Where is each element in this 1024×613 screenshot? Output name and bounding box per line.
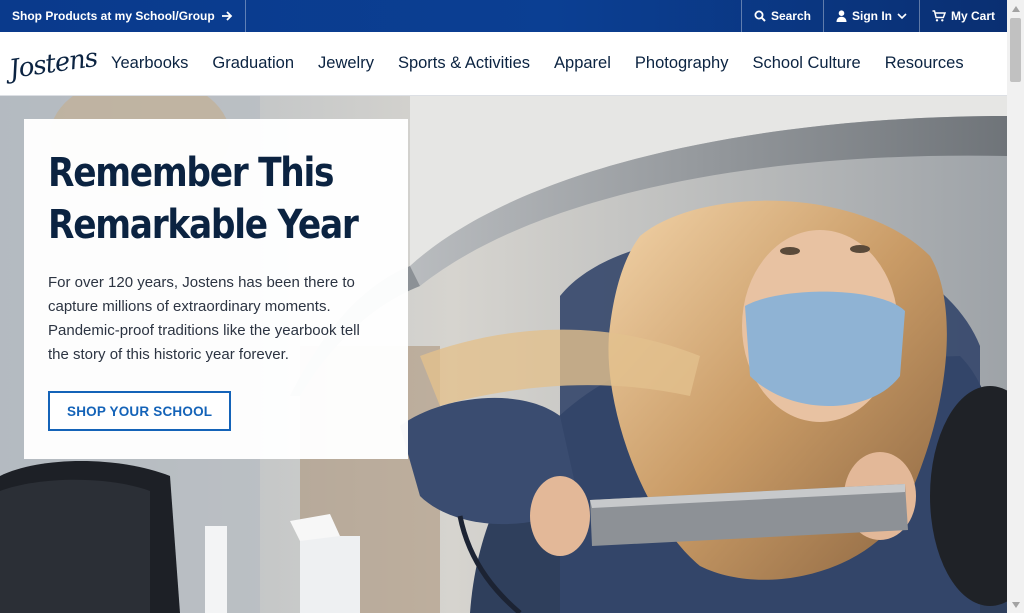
main-navigation: Jostens Yearbooks Graduation Jewelry Spo… [0, 32, 1007, 96]
scroll-thumb[interactable] [1010, 18, 1021, 82]
hero-headline-line2: Remarkable Year [48, 202, 359, 248]
utility-bar: Shop Products at my School/Group Search … [0, 0, 1007, 32]
search-icon [754, 10, 766, 22]
shop-your-school-button[interactable]: SHOP YOUR SCHOOL [48, 391, 232, 431]
nav-item-apparel[interactable]: Apparel [554, 54, 611, 73]
hero-banner: Remember This Remarkable Year For over 1… [0, 96, 1007, 613]
jostens-logo[interactable]: Jostens [0, 32, 99, 96]
logo-wordmark: Jostens [7, 42, 99, 85]
hero-headline-line1: Remember This [48, 150, 334, 196]
scroll-up-arrow-icon[interactable] [1007, 0, 1024, 17]
nav-item-resources[interactable]: Resources [885, 54, 964, 73]
sign-in-button[interactable]: Sign In [822, 0, 919, 32]
cart-label: My Cart [950, 9, 995, 23]
cart-button[interactable]: My Cart [918, 0, 1007, 32]
sign-in-label: Sign In [851, 9, 892, 23]
shop-school-group-label: Shop Products at my School/Group [12, 9, 215, 23]
nav-item-sports-activities[interactable]: Sports & Activities [398, 54, 530, 73]
cart-icon [932, 10, 946, 22]
search-label: Search [770, 9, 811, 23]
nav-menu: Yearbooks Graduation Jewelry Sports & Ac… [111, 54, 964, 73]
hero-card: Remember This Remarkable Year For over 1… [24, 119, 408, 459]
nav-item-jewelry[interactable]: Jewelry [318, 54, 374, 73]
hero-description: For over 120 years, Jostens has been the… [48, 274, 360, 363]
search-button[interactable]: Search [740, 0, 823, 32]
shop-school-group-link[interactable]: Shop Products at my School/Group [0, 0, 246, 32]
nav-item-photography[interactable]: Photography [635, 54, 729, 73]
nav-item-yearbooks[interactable]: Yearbooks [111, 54, 188, 73]
page-scrollbar[interactable] [1007, 0, 1024, 613]
hero-headline: Remember This Remarkable Year [48, 147, 383, 251]
nav-item-graduation[interactable]: Graduation [212, 54, 294, 73]
user-icon [836, 10, 847, 22]
arrow-right-icon [221, 11, 232, 21]
chevron-down-icon [897, 13, 907, 20]
scroll-down-arrow-icon[interactable] [1007, 596, 1024, 613]
nav-item-school-culture[interactable]: School Culture [752, 54, 860, 73]
